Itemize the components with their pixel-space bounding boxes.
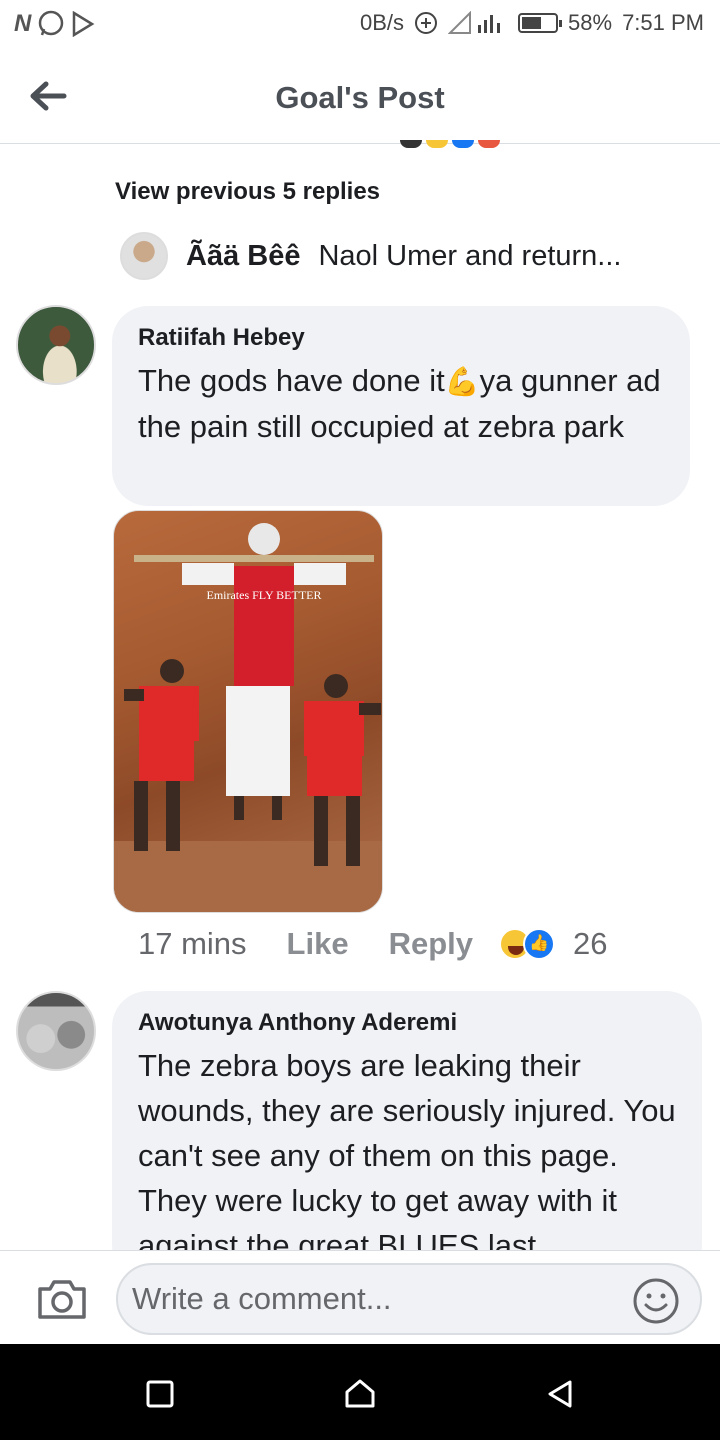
view-previous-replies-link[interactable]: View previous 5 replies — [115, 178, 380, 206]
notification-icons: N — [14, 10, 95, 38]
comment-actions: 17 mins Like Reply 👍 26 — [138, 926, 607, 962]
reply-preview[interactable]: Ããä Bêê Naol Umer and return... — [120, 232, 690, 280]
like-reaction-icon: 👍 — [523, 928, 555, 960]
comment-author[interactable]: Awotunya Anthony Aderemi — [138, 1009, 676, 1037]
signal-icon — [448, 11, 501, 34]
reply-text: Naol Umer and return... — [318, 239, 622, 272]
avatar[interactable] — [16, 305, 96, 385]
square-icon — [146, 1380, 174, 1408]
home-button[interactable] — [340, 1374, 380, 1414]
triangle-back-icon — [548, 1380, 572, 1408]
comment-photo[interactable]: Emirates FLY BETTER — [113, 510, 383, 913]
reply-author[interactable]: Ããä Bêê — [186, 240, 300, 273]
camera-button[interactable] — [36, 1277, 88, 1321]
clipped-reactions — [400, 140, 500, 148]
comment-bubble[interactable]: Ratiifah Hebey The gods have done it💪ya … — [112, 306, 690, 506]
system-status: 0B/s 58% 7:51 PM — [360, 10, 704, 36]
comment-time: 17 mins — [138, 926, 247, 961]
comment-text-part: The gods have done it — [138, 363, 445, 398]
back-nav-button[interactable] — [540, 1374, 580, 1414]
reply-button[interactable]: Reply — [389, 926, 473, 962]
system-nav-bar — [0, 1344, 720, 1440]
comment-text: The gods have done it💪ya gunner ad the p… — [138, 358, 664, 449]
reaction-summary[interactable]: 👍 26 — [499, 926, 607, 962]
network-speed: 0B/s — [359, 10, 405, 35]
battery-percentage: 58% — [568, 10, 613, 35]
comment-bubble[interactable]: Awotunya Anthony Aderemi The zebra boys … — [112, 991, 702, 1281]
smiley-icon — [633, 1278, 679, 1324]
home-icon — [345, 1379, 375, 1408]
play-store-icon — [73, 11, 95, 37]
comment-input[interactable] — [116, 1263, 702, 1335]
avatar[interactable] — [120, 232, 168, 280]
comment-author[interactable]: Ratiifah Hebey — [138, 324, 664, 352]
comment-text: The zebra boys are leaking their wounds,… — [138, 1048, 676, 1263]
flexed-biceps-icon: 💪 — [444, 366, 480, 397]
data-saver-icon — [415, 12, 438, 34]
like-button[interactable]: Like — [287, 926, 349, 962]
n-icon: N — [14, 10, 32, 37]
camera-icon — [38, 1280, 86, 1319]
post-header: Goal's Post — [0, 50, 720, 144]
comment-composer — [0, 1250, 720, 1344]
clock: 7:51 PM — [622, 10, 704, 35]
page-title: Goal's Post — [275, 80, 445, 115]
avatar[interactable] — [16, 991, 96, 1071]
reaction-icons: 👍 — [499, 926, 561, 962]
whatsapp-icon — [39, 10, 64, 36]
shirt-sponsor-text: Emirates FLY BETTER — [206, 588, 321, 602]
reaction-count: 26 — [573, 926, 608, 961]
status-bar: N 0B/s 58% 7:51 PM — [0, 0, 720, 50]
emoji-button[interactable] — [632, 1277, 680, 1325]
battery-icon — [518, 13, 563, 33]
recent-apps-button[interactable] — [140, 1374, 180, 1414]
photo-illustration: Emirates FLY BETTER — [114, 523, 382, 912]
